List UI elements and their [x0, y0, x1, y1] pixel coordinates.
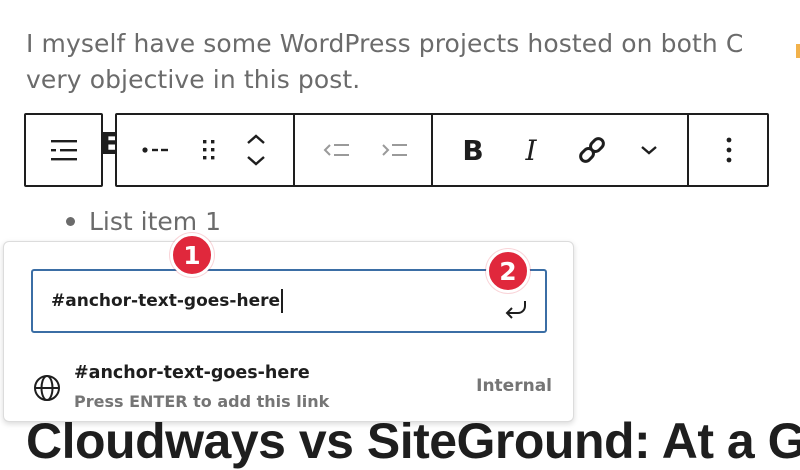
list-item[interactable]: List item 1: [66, 207, 221, 236]
parent-block-group: [24, 113, 103, 187]
paragraph-line-2: very objective in this post.: [26, 65, 361, 94]
drag-handle-icon: [203, 140, 215, 160]
paragraph-line-1: I myself have some WordPress projects ho…: [26, 29, 744, 58]
chevron-down-icon: [641, 146, 657, 155]
globe-icon: [34, 375, 60, 401]
suggestion-title: #anchor-text-goes-here: [74, 363, 310, 383]
more-vertical-icon: [726, 137, 732, 163]
indent-button[interactable]: [373, 115, 417, 185]
move-buttons: [235, 115, 277, 185]
callout-badge-2: 2: [486, 249, 530, 293]
bold-button[interactable]: B: [451, 115, 495, 185]
suggestion-hint: Press ENTER to add this link: [74, 392, 330, 411]
italic-button[interactable]: I: [509, 115, 553, 185]
link-url-input[interactable]: #anchor-text-goes-here: [31, 269, 547, 333]
unordered-list-icon: [142, 147, 168, 153]
link-suggestion-item[interactable]: #anchor-text-goes-here Press ENTER to ad…: [28, 359, 558, 417]
drag-handle-button[interactable]: [189, 115, 229, 185]
list-block-icon: [50, 140, 77, 161]
edge-mark: [796, 44, 800, 58]
link-button[interactable]: [569, 115, 615, 185]
toolbar-separator: [431, 115, 433, 185]
outdent-button[interactable]: [315, 115, 359, 185]
callout-badge-1: 1: [170, 233, 214, 277]
link-url-value: #anchor-text-goes-here: [51, 291, 281, 311]
enter-return-icon: [505, 301, 526, 319]
list-item-text: List item 1: [89, 207, 221, 236]
indent-icon: [382, 144, 407, 156]
toolbar-separator: [687, 115, 689, 185]
move-down-button[interactable]: [245, 155, 267, 167]
more-rich-text-button[interactable]: [627, 115, 671, 185]
suggestion-type-label: Internal: [476, 376, 552, 396]
select-parent-block-button[interactable]: [26, 115, 101, 185]
block-options-button[interactable]: [707, 115, 751, 185]
block-controls-group: B I: [115, 113, 769, 187]
toolbar-separator: [293, 115, 295, 185]
outdent-icon: [323, 144, 349, 156]
block-type-button[interactable]: [131, 115, 181, 185]
text-caret: [281, 289, 283, 313]
post-paragraph[interactable]: I myself have some WordPress projects ho…: [26, 26, 800, 98]
link-icon: [579, 137, 605, 163]
move-up-button[interactable]: [245, 133, 267, 145]
list-bullet: [66, 217, 75, 226]
